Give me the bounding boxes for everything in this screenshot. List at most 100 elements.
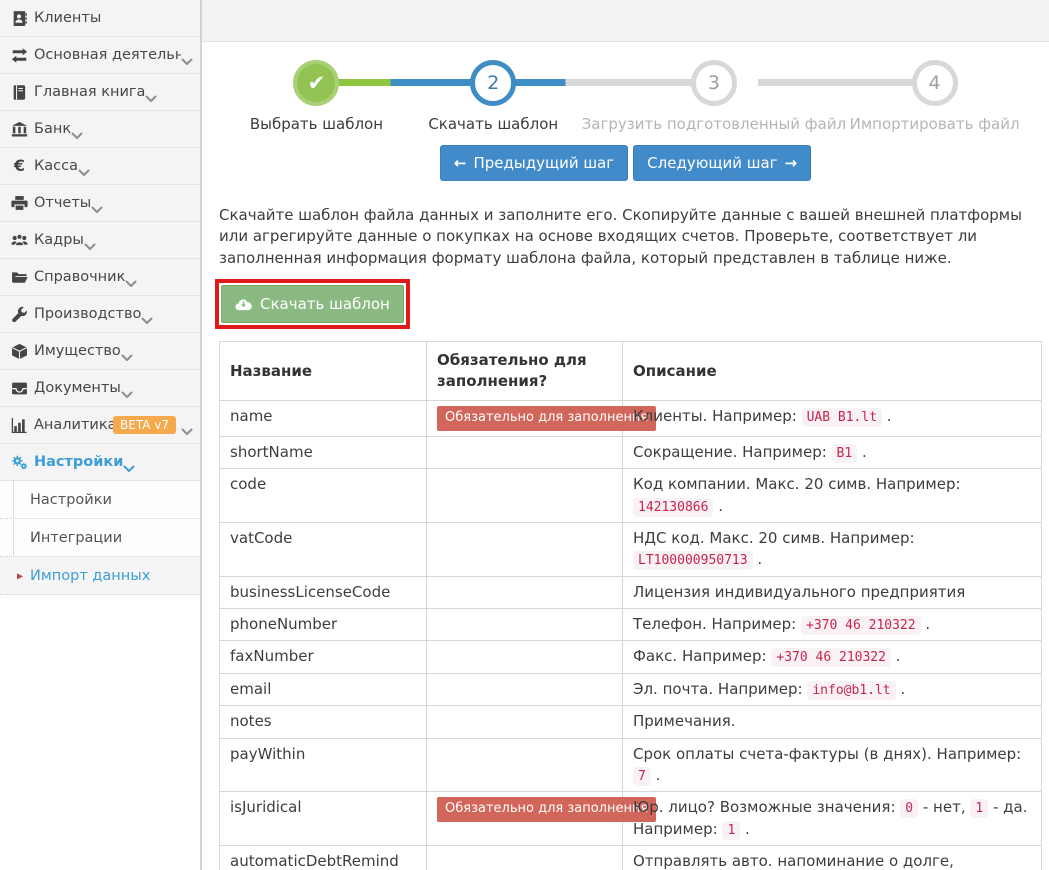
table-row: vatCode НДС код. Макс. 20 симв. Например… [220,522,1042,576]
code-chip: LT100000950713 [633,551,753,570]
sidebar-subitem-label: Импорт данных [30,568,150,584]
description-cell: НДС код. Макс. 20 симв. Например: LT1000… [623,522,1042,576]
table-row: isJuridical Обязательно для заполнения Ю… [220,792,1042,846]
code-chip: 7 [633,767,651,786]
exchange-arrows-icon [8,47,31,64]
description-cell: Примечания. [623,706,1042,738]
description-cell: Клиенты. Например: UAB B1.lt . [623,401,1042,436]
users-icon [8,232,31,249]
beta-badge: BETA v7 [113,416,176,434]
column-header-name: Название [220,342,427,401]
sidebar-menu: Клиенты Основная деятельность Главная кн… [0,0,200,481]
sidebar-item-inbox[interactable]: Документы [0,370,200,407]
description-cell: Эл. почта. Например: info@b1.lt . [623,673,1042,705]
field-name-cell: payWithin [220,738,427,792]
annotation-highlight-box: Скачать шаблон [215,279,410,329]
step-circle[interactable]: 2 [470,60,516,106]
sidebar-item-bar-chart[interactable]: Аналитика BETA v7 [0,407,200,444]
field-name-cell: code [220,469,427,523]
field-name-cell: automaticDebtRemind [220,846,427,870]
sidebar-item-cube[interactable]: Имущество [0,333,200,370]
required-cell: Обязательно для заполнения [427,401,623,436]
table-row: notes Примечания. [220,706,1042,738]
gears-icon [8,454,31,471]
required-cell [427,738,623,792]
sidebar-item-exchange-arrows[interactable]: Основная деятельность [0,37,200,74]
table-row: code Код компании. Макс. 20 симв. Наприм… [220,469,1042,523]
column-header-description: Описание [623,342,1042,401]
inbox-icon [8,380,31,397]
cloud-download-icon [235,298,252,311]
field-name-cell: shortName [220,436,427,468]
sidebar-submenu: ▸ Настройки ▸ Интеграции ▸ Импорт данных [0,481,200,595]
description-cell: Код компании. Макс. 20 симв. Например: 1… [623,469,1042,523]
sidebar-subitem-1[interactable]: ▸ Настройки [0,481,200,519]
address-book-icon [8,10,31,27]
description-cell: Сокращение. Например: B1 . [623,436,1042,468]
step-label: Загрузить подготовленный файл [582,115,846,133]
required-cell [427,436,623,468]
sidebar-item-address-book[interactable]: Клиенты [0,0,200,37]
description-cell: Юр. лицо? Возможные значения: 0 - нет, 1… [623,792,1042,846]
sidebar-item-folder-open[interactable]: Справочник [0,259,200,296]
sidebar-item-label: Банк [34,121,71,137]
sidebar-item-label: Отчеты [34,195,91,211]
bank-icon [8,121,31,138]
required-badge: Обязательно для заполнения [437,406,656,430]
field-name-cell: faxNumber [220,641,427,673]
code-chip: +370 46 210322 [801,616,921,635]
sidebar: Клиенты Основная деятельность Главная кн… [0,0,202,870]
step-check-icon[interactable]: ✔ [293,60,339,106]
sidebar-item-gears[interactable]: Настройки [0,444,200,481]
sidebar-item-label: Справочник [34,269,125,285]
description-cell: Факс. Например: +370 46 210322 . [623,641,1042,673]
template-format-table: Название Обязательно для заполнения? Опи… [219,341,1042,870]
sidebar-item-users[interactable]: Кадры [0,222,200,259]
sidebar-item-label: Настройки [34,454,123,470]
next-step-label: Следующий шаг [647,154,777,172]
step-label: Скачать шаблон [405,115,582,133]
step-circle[interactable]: 4 [912,60,958,106]
sidebar-item-printer[interactable]: Отчеты [0,185,200,222]
step-circle[interactable]: 3 [691,60,737,106]
code-chip: info@b1.lt [807,681,895,700]
sidebar-item-label: Касса [34,158,78,174]
chevron-down-icon [181,421,193,429]
sidebar-item-euro[interactable]: € Касса [0,148,200,185]
step-label: Импортировать файл [846,115,1023,133]
download-template-button[interactable]: Скачать шаблон [221,285,404,323]
sidebar-item-wrench[interactable]: Производство [0,296,200,333]
bar-chart-icon [8,417,31,434]
step-connector [758,79,935,86]
sidebar-item-ledger-book[interactable]: Главная книга [0,74,200,111]
code-chip: 1 [970,799,988,818]
sidebar-subitem-2[interactable]: ▸ Интеграции [0,519,200,557]
sidebar-item-label: Имущество [34,343,121,359]
printer-icon [8,195,31,212]
field-name-cell: email [220,673,427,705]
wrench-icon [8,306,31,323]
wizard-step-1: ✔ Выбрать шаблон [228,60,405,133]
sidebar-item-label: Клиенты [34,10,101,26]
sidebar-subitem-3[interactable]: ▸ Импорт данных [0,557,200,595]
required-cell: Обязательно для заполнения [427,792,623,846]
previous-step-button[interactable]: ← Предыдущий шаг [440,145,628,181]
chevron-down-icon [121,384,133,392]
field-name-cell: notes [220,706,427,738]
chevron-down-icon [181,51,193,59]
code-chip: 142130866 [633,498,713,517]
table-row: businessLicenseCode Лицензия индивидуаль… [220,576,1042,608]
sidebar-item-bank[interactable]: Банк [0,111,200,148]
cube-icon [8,343,31,360]
chevron-down-icon [123,458,135,466]
sidebar-subitem-label: Интеграции [30,530,122,546]
chevron-down-icon [141,310,153,318]
sidebar-item-label: Документы [34,380,121,396]
code-chip: 0 [900,799,918,818]
next-step-button[interactable]: Следующий шаг → [633,145,811,181]
description-cell: Лицензия индивидуального предприятия [623,576,1042,608]
euro-icon: € [8,158,31,175]
previous-step-label: Предыдущий шаг [473,154,614,172]
table-row: automaticDebtRemind Отправлять авто. нап… [220,846,1042,870]
table-row: faxNumber Факс. Например: +370 46 210322… [220,641,1042,673]
